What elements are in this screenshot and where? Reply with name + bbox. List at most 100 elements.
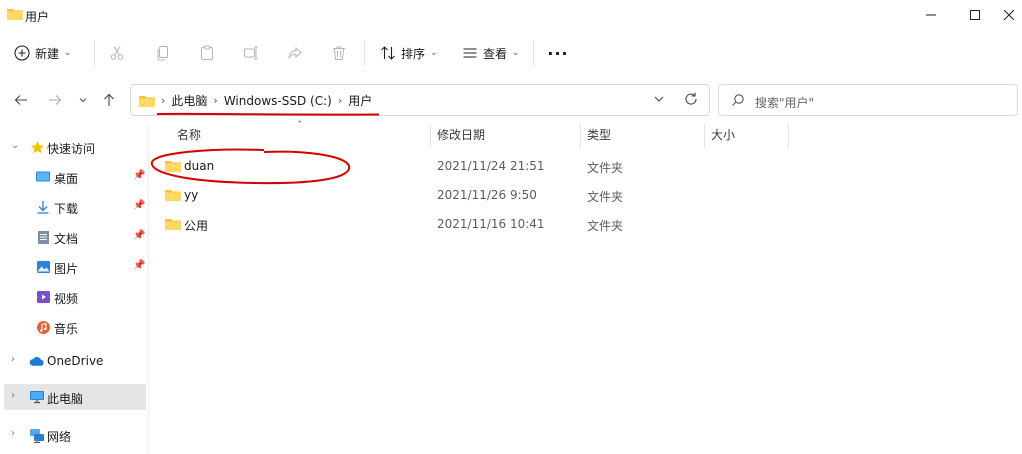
share-button[interactable] <box>284 42 306 64</box>
file-modified: 2021/11/16 10:41 <box>437 217 545 231</box>
search-placeholder: 搜索"用户" <box>755 96 815 110</box>
desktop-icon <box>35 169 51 185</box>
copy-icon <box>157 46 168 61</box>
folder-icon <box>7 9 23 20</box>
sort-ascending-icon: ⌃ <box>296 120 304 130</box>
annotation-underline <box>156 112 380 116</box>
network-icon <box>29 427 45 443</box>
breadcrumb-item-drive-c[interactable]: Windows-SSD (C:) <box>224 94 332 108</box>
cloud-icon <box>29 353 45 369</box>
star-icon <box>29 139 45 155</box>
toolbar-divider <box>94 40 95 66</box>
column-header-size[interactable]: 大小 <box>711 126 735 146</box>
nav-item-onedrive[interactable]: › OneDrive <box>4 348 146 374</box>
share-icon <box>288 46 302 59</box>
sort-icon <box>381 46 395 60</box>
music-icon <box>35 319 51 335</box>
file-name: 公用 <box>184 219 209 233</box>
window-title: 用户 <box>25 10 50 24</box>
column-header-name[interactable]: 名称 <box>177 126 201 146</box>
column-header-modified[interactable]: 修改日期 <box>437 126 485 146</box>
column-divider[interactable] <box>430 124 431 148</box>
nav-label: 桌面 <box>54 172 79 186</box>
column-divider[interactable] <box>704 124 705 148</box>
breadcrumb-item-this-pc[interactable]: 此电脑 <box>171 92 207 109</box>
plus-circle-icon <box>14 45 30 61</box>
document-icon <box>35 229 51 245</box>
up-button[interactable] <box>98 90 120 110</box>
file-modified: 2021/11/26 9:50 <box>437 188 537 202</box>
nav-label: 快速访问 <box>47 142 96 156</box>
close-button[interactable] <box>996 0 1022 30</box>
nav-item-network[interactable]: › 网络 <box>4 422 146 448</box>
view-label: 查看 <box>483 46 508 61</box>
refresh-icon <box>685 92 697 105</box>
chevron-right-icon[interactable]: › <box>11 428 15 439</box>
minimize-button[interactable] <box>908 0 954 30</box>
nav-item-this-pc[interactable]: › 此电脑 <box>4 384 146 410</box>
sort-button[interactable]: 排序 ⌄ <box>380 38 438 68</box>
rename-button[interactable] <box>240 42 262 64</box>
chevron-down-icon[interactable]: ⌄ <box>11 140 19 151</box>
new-button[interactable]: 新建 ⌄ <box>14 38 72 68</box>
title-bar: 用户 <box>0 0 1022 30</box>
refresh-button[interactable] <box>683 91 699 110</box>
nav-item-pictures[interactable]: 图片 📌 <box>4 254 146 280</box>
more-options-button[interactable]: ··· <box>545 42 571 64</box>
cut-button[interactable] <box>106 42 128 64</box>
pin-icon: 📌 <box>133 260 146 271</box>
paste-button[interactable] <box>196 42 218 64</box>
file-type: 文件夹 <box>587 190 624 204</box>
chevron-right-icon[interactable]: › <box>11 390 15 401</box>
file-row[interactable]: 公用 2021/11/16 10:41 文件夹 <box>160 210 760 238</box>
chevron-down-icon: ⌄ <box>512 48 520 58</box>
back-button[interactable] <box>10 90 32 110</box>
chevron-right-icon[interactable]: › <box>338 94 342 107</box>
arrow-up-icon <box>104 93 114 106</box>
view-icon <box>463 48 477 58</box>
nav-item-desktop[interactable]: 桌面 📌 <box>4 164 146 190</box>
file-type: 文件夹 <box>587 161 624 175</box>
nav-label: 下载 <box>54 202 79 216</box>
download-icon <box>35 199 51 215</box>
column-header-type[interactable]: 类型 <box>587 126 611 146</box>
maximize-button[interactable] <box>952 0 998 30</box>
pin-icon: 📌 <box>133 230 146 241</box>
column-divider[interactable] <box>788 124 789 148</box>
breadcrumb: › 此电脑 › Windows-SSD (C:) › 用户 <box>139 92 372 109</box>
nav-item-videos[interactable]: 视频 <box>4 284 146 310</box>
nav-item-music[interactable]: 音乐 <box>4 314 146 340</box>
clipboard-icon <box>201 45 213 60</box>
video-icon <box>35 289 51 305</box>
copy-button[interactable] <box>152 42 174 64</box>
toolbar-divider <box>364 40 365 66</box>
recent-locations-button[interactable] <box>72 90 94 110</box>
breadcrumb-item-users[interactable]: 用户 <box>348 92 372 109</box>
column-divider[interactable] <box>580 124 581 148</box>
arrow-left-icon <box>14 95 27 105</box>
view-button[interactable]: 查看 ⌄ <box>462 38 520 68</box>
annotation-circle <box>150 148 351 185</box>
navigation-pane: ⌄ 快速访问 桌面 📌 下载 📌 文档 📌 图片 📌 视频 音乐 › OneDr… <box>0 124 148 454</box>
delete-button[interactable] <box>328 42 350 64</box>
nav-item-downloads[interactable]: 下载 📌 <box>4 194 146 220</box>
arrow-right-icon <box>49 95 62 105</box>
nav-item-documents[interactable]: 文档 📌 <box>4 224 146 250</box>
address-row: › 此电脑 › Windows-SSD (C:) › 用户 搜索"用户" <box>0 78 1022 122</box>
chevron-right-icon[interactable]: › <box>11 354 15 365</box>
nav-label: 视频 <box>54 292 79 306</box>
computer-icon <box>29 389 45 405</box>
chevron-down-icon <box>654 96 664 102</box>
folder-icon <box>139 95 155 107</box>
file-name: yy <box>184 188 199 202</box>
address-history-button[interactable] <box>653 93 665 108</box>
chevron-right-icon[interactable]: › <box>213 94 217 107</box>
pin-icon: 📌 <box>133 170 146 181</box>
sort-label: 排序 <box>401 46 426 61</box>
nav-label: 图片 <box>54 262 79 276</box>
nav-label: 此电脑 <box>47 392 84 406</box>
forward-button[interactable] <box>44 90 66 110</box>
nav-item-quick-access[interactable]: ⌄ 快速访问 <box>4 134 146 160</box>
toolbar-divider <box>533 40 534 66</box>
search-box[interactable]: 搜索"用户" <box>718 84 1018 116</box>
